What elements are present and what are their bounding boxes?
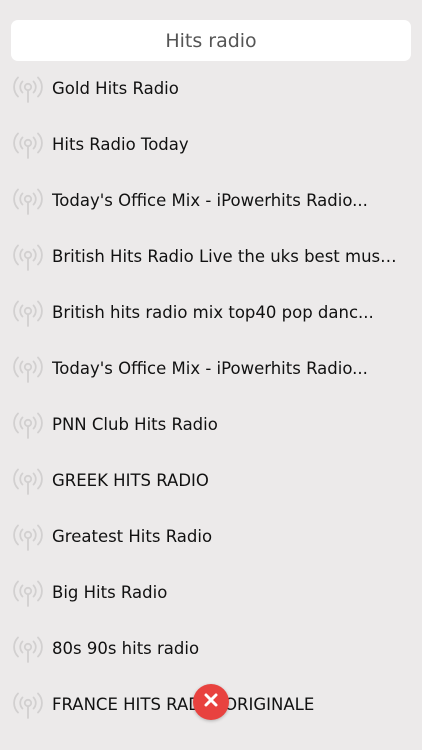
close-button[interactable] <box>193 684 229 720</box>
radio-broadcast-icon <box>12 130 44 160</box>
search-title: Hits radio <box>165 29 257 52</box>
station-label: Greatest Hits Radio <box>52 527 213 546</box>
station-label: Gold Hits Radio <box>52 79 179 98</box>
station-row[interactable]: Greatest Hits Radio <box>0 509 422 565</box>
close-icon <box>203 692 219 712</box>
station-row[interactable]: Today's Office Mix - iPowerhits Radio... <box>0 173 422 229</box>
station-row[interactable]: PNN Club Hits Radio <box>0 397 422 453</box>
station-list: Gold Hits Radio Hits Radio Today Today's… <box>0 61 422 733</box>
station-label: PNN Club Hits Radio <box>52 415 218 434</box>
station-row[interactable]: Gold Hits Radio <box>0 61 422 117</box>
station-label: Today's Office Mix - iPowerhits Radio... <box>52 191 368 210</box>
station-row[interactable]: British hits radio mix top40 pop danc... <box>0 285 422 341</box>
station-label: Today's Office Mix - iPowerhits Radio... <box>52 359 368 378</box>
radio-broadcast-icon <box>12 74 44 104</box>
radio-broadcast-icon <box>12 690 44 720</box>
radio-broadcast-icon <box>12 578 44 608</box>
radio-broadcast-icon <box>12 634 44 664</box>
station-row[interactable]: Big Hits Radio <box>0 565 422 621</box>
station-row[interactable]: Hits Radio Today <box>0 117 422 173</box>
station-label: 80s 90s hits radio <box>52 639 200 658</box>
station-label: British hits radio mix top40 pop danc... <box>52 303 374 322</box>
radio-broadcast-icon <box>12 242 44 272</box>
radio-broadcast-icon <box>12 410 44 440</box>
radio-broadcast-icon <box>12 186 44 216</box>
radio-broadcast-icon <box>12 354 44 384</box>
radio-broadcast-icon <box>12 522 44 552</box>
station-row[interactable]: GREEK HITS RADIO <box>0 453 422 509</box>
station-row[interactable]: Today's Office Mix - iPowerhits Radio... <box>0 341 422 397</box>
station-row[interactable]: 80s 90s hits radio <box>0 621 422 677</box>
radio-broadcast-icon <box>12 466 44 496</box>
station-label: Hits Radio Today <box>52 135 189 154</box>
radio-broadcast-icon <box>12 298 44 328</box>
station-label: GREEK HITS RADIO <box>52 471 209 490</box>
station-label: British Hits Radio Live the uks best mus… <box>52 247 400 266</box>
station-label: Big Hits Radio <box>52 583 168 602</box>
search-bar[interactable]: Hits radio <box>11 20 411 61</box>
station-row[interactable]: British Hits Radio Live the uks best mus… <box>0 229 422 285</box>
